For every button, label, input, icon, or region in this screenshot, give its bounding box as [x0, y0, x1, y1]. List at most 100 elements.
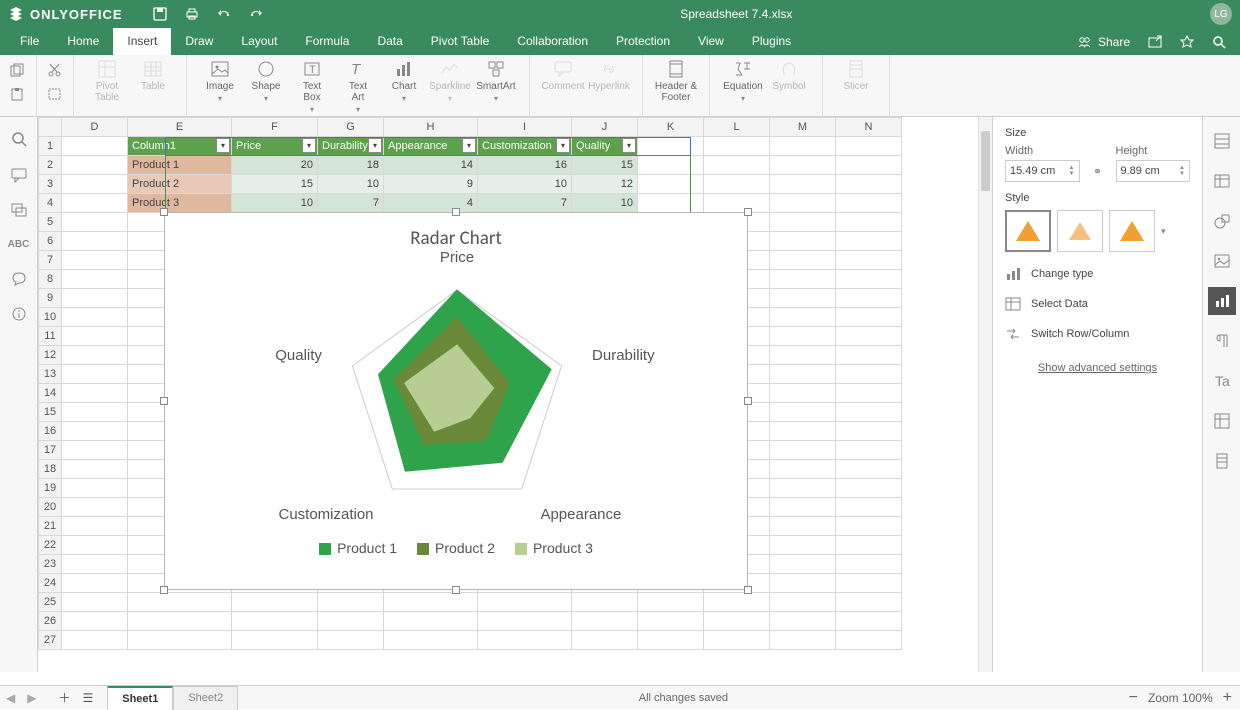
tab-next-icon[interactable]: ▶ [21, 691, 42, 705]
add-sheet-icon[interactable]: ＋ [52, 689, 76, 706]
style-thumb-1[interactable] [1005, 210, 1051, 252]
height-input[interactable]: 9.89 cm▲▼ [1116, 160, 1191, 182]
chat-icon[interactable] [11, 203, 27, 219]
select-data-button[interactable]: Select Data [1005, 296, 1190, 312]
title-bar: ONLYOFFICE Spreadsheet 7.4.xlsx LG [0, 0, 1240, 28]
save-icon[interactable] [153, 7, 167, 21]
zoom-out-icon[interactable]: − [1129, 689, 1138, 707]
app-brand: ONLYOFFICE [8, 6, 123, 22]
open-location-icon[interactable] [1148, 35, 1162, 49]
smartart-button[interactable]: SmartArt▾ [473, 59, 519, 103]
symbol-button[interactable]: Symbol [766, 59, 812, 92]
style-thumb-2[interactable] [1057, 210, 1103, 252]
cell-settings-icon[interactable] [1208, 127, 1236, 155]
comments-icon[interactable] [11, 167, 27, 183]
spreadsheet-grid[interactable]: DEFGHIJKLMN1Column1▾Price▾Durability▾App… [38, 117, 992, 672]
filter-icon[interactable]: ▾ [216, 138, 230, 153]
filter-icon[interactable]: ▾ [622, 138, 636, 153]
search-icon[interactable] [1212, 35, 1226, 49]
size-section: Size [1005, 127, 1190, 139]
user-avatar[interactable]: LG [1210, 3, 1232, 25]
header-footer-button[interactable]: Header &Footer [653, 59, 699, 103]
width-input[interactable]: 15.49 cm▲▼ [1005, 160, 1080, 182]
menu-plugins[interactable]: Plugins [738, 28, 805, 55]
style-thumb-3[interactable] [1109, 210, 1155, 252]
vertical-scrollbar[interactable] [978, 117, 992, 672]
print-icon[interactable] [185, 7, 199, 21]
menu-insert[interactable]: Insert [113, 28, 171, 55]
tab-prev-icon[interactable]: ◀ [0, 691, 21, 705]
paste-icon[interactable] [10, 87, 26, 101]
menu-pivot-table[interactable]: Pivot Table [417, 28, 503, 55]
legend-item: Product 1 [319, 540, 397, 556]
copy-icon[interactable] [10, 63, 26, 77]
switch-row-column-button[interactable]: Switch Row/Column [1005, 326, 1190, 342]
sheet-tab-sheet2[interactable]: Sheet2 [173, 686, 238, 710]
filter-icon[interactable]: ▾ [368, 138, 382, 153]
zoom-in-icon[interactable]: + [1223, 689, 1232, 707]
feedback-icon[interactable] [11, 270, 27, 286]
spellcheck-icon[interactable]: ABC [8, 239, 30, 250]
paragraph-settings-icon[interactable] [1208, 327, 1236, 355]
hyperlink-button[interactable]: Hyperlink [586, 59, 632, 92]
table-settings-icon[interactable] [1208, 167, 1236, 195]
menu-bar: FileHomeInsertDrawLayoutFormulaDataPivot… [0, 28, 1240, 55]
textbox-button[interactable]: TTextBox▾ [289, 59, 335, 114]
textart-button[interactable]: TTextArt▾ [335, 59, 381, 114]
menu-layout[interactable]: Layout [227, 28, 291, 55]
pivot-settings-icon[interactable] [1208, 407, 1236, 435]
chart-settings-icon[interactable] [1208, 287, 1236, 315]
svg-text:Price: Price [440, 250, 474, 266]
equation-button[interactable]: Equation▾ [720, 59, 766, 103]
svg-text:Durability: Durability [592, 347, 655, 364]
ribbon: PivotTable Table Image▾ Shape▾ TTextBox▾… [0, 55, 1240, 117]
sheet-tab-bar: ◀ ▶ ＋ ☰ Sheet1Sheet2 All changes saved −… [0, 685, 1240, 709]
svg-text:T: T [351, 61, 362, 78]
about-icon[interactable] [11, 306, 27, 322]
radar-chart: PriceDurabilityAppearanceCustomizationQu… [165, 250, 749, 540]
lock-aspect-icon[interactable]: ⚭ [1090, 145, 1106, 182]
find-icon[interactable] [11, 131, 27, 147]
menu-collaboration[interactable]: Collaboration [503, 28, 602, 55]
menu-home[interactable]: Home [53, 28, 113, 55]
filter-icon[interactable]: ▾ [302, 138, 316, 153]
image-settings-icon[interactable] [1208, 247, 1236, 275]
menu-file[interactable]: File [6, 28, 53, 55]
slicer-button[interactable]: Slicer [833, 59, 879, 92]
zoom-label: Zoom 100% [1148, 691, 1213, 705]
chart-title[interactable]: Radar Chart [165, 227, 747, 250]
menu-formula[interactable]: Formula [291, 28, 363, 55]
legend-item: Product 3 [515, 540, 593, 556]
chart-object[interactable]: Radar Chart PriceDurabilityAppearanceCus… [164, 212, 748, 590]
left-toolbar: ABC [0, 117, 38, 672]
filter-icon[interactable]: ▾ [462, 138, 476, 153]
textart-settings-icon[interactable]: Ta [1208, 367, 1236, 395]
table-button[interactable]: Table [130, 59, 176, 92]
legend-item: Product 2 [417, 540, 495, 556]
chart-legend: Product 1 Product 2 Product 3 [165, 540, 747, 556]
menu-protection[interactable]: Protection [602, 28, 684, 55]
pivot-table-button[interactable]: PivotTable [84, 59, 130, 103]
sheet-tab-sheet1[interactable]: Sheet1 [107, 686, 173, 710]
share-button[interactable]: Share [1078, 35, 1130, 49]
cut-icon[interactable] [47, 63, 63, 77]
comment-button[interactable]: Comment [540, 59, 586, 92]
advanced-settings-link[interactable]: Show advanced settings [1005, 362, 1190, 374]
undo-icon[interactable] [217, 7, 231, 21]
image-button[interactable]: Image▾ [197, 59, 243, 103]
favorite-icon[interactable] [1180, 35, 1194, 49]
menu-data[interactable]: Data [363, 28, 416, 55]
sheet-list-icon[interactable]: ☰ [76, 691, 99, 705]
slicer-settings-icon[interactable] [1208, 447, 1236, 475]
chart-button[interactable]: Chart▾ [381, 59, 427, 103]
style-more-icon[interactable]: ▾ [1161, 226, 1166, 237]
sparkline-button[interactable]: Sparkline▾ [427, 59, 473, 103]
select-icon[interactable] [47, 87, 63, 101]
menu-view[interactable]: View [684, 28, 738, 55]
shape-button[interactable]: Shape▾ [243, 59, 289, 103]
filter-icon[interactable]: ▾ [556, 138, 570, 153]
change-type-button[interactable]: Change type [1005, 266, 1190, 282]
menu-draw[interactable]: Draw [171, 28, 227, 55]
redo-icon[interactable] [249, 7, 263, 21]
shape-settings-icon[interactable] [1208, 207, 1236, 235]
